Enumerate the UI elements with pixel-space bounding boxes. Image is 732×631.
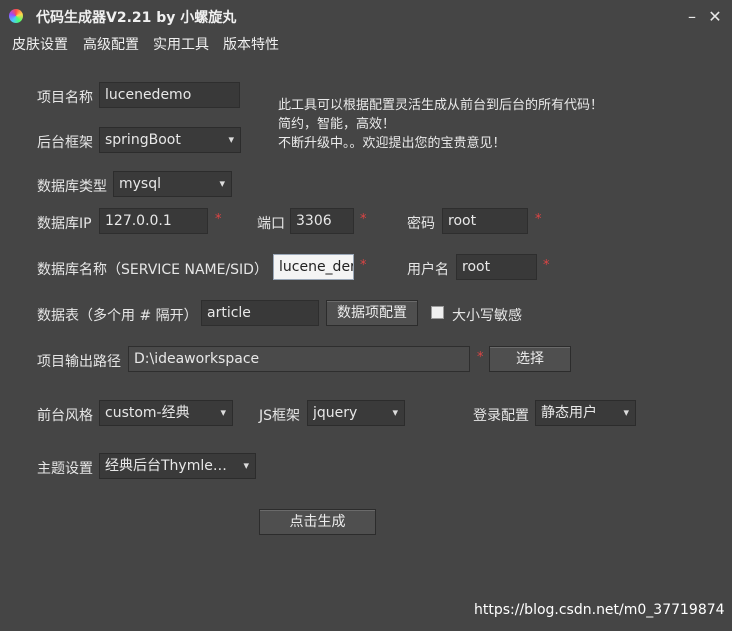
db-ip-label: 数据库IP: [37, 216, 92, 232]
minimize-button[interactable]: –: [681, 6, 703, 28]
chevron-down-icon: ▾: [243, 459, 249, 472]
info-line: 简约，智能，高效！: [278, 117, 396, 132]
frontend-style-select[interactable]: custom-经典 ▾: [99, 400, 233, 426]
output-path-required-mark: *: [477, 350, 484, 365]
output-path-label: 项目输出路径: [37, 354, 121, 370]
backend-framework-select[interactable]: springBoot ▾: [99, 127, 241, 153]
close-button[interactable]: ✕: [704, 6, 726, 28]
port-label: 端口: [257, 216, 285, 232]
username-label: 用户名: [407, 262, 449, 278]
case-sensitive-label: 大小写敏感: [452, 308, 522, 324]
frontend-style-label: 前台风格: [37, 408, 93, 424]
port-required-mark: *: [360, 212, 367, 227]
login-config-value: 静态用户: [541, 405, 597, 421]
theme-label: 主题设置: [37, 461, 93, 477]
project-name-input[interactable]: lucenedemo: [99, 82, 240, 108]
frontend-style-value: custom-经典: [105, 405, 190, 421]
theme-select[interactable]: 经典后台Thymleaf版 ▾: [99, 453, 256, 479]
password-label: 密码: [407, 216, 435, 232]
project-name-label: 项目名称: [37, 90, 93, 106]
generate-button[interactable]: 点击生成: [259, 509, 376, 535]
js-framework-select[interactable]: jquery ▾: [307, 400, 405, 426]
js-framework-label: JS框架: [259, 408, 301, 424]
chevron-down-icon: ▾: [219, 177, 225, 190]
choose-path-button[interactable]: 选择: [489, 346, 571, 372]
login-config-select[interactable]: 静态用户 ▾: [535, 400, 636, 426]
info-text: 此工具可以根据配置灵活生成从前台到后台的所有代码！ 简约，智能，高效！ 不断升级…: [278, 96, 603, 153]
backend-framework-label: 后台框架: [37, 135, 93, 151]
backend-framework-value: springBoot: [105, 132, 181, 148]
js-framework-value: jquery: [313, 405, 358, 421]
info-line: 不断升级中。。欢迎提出您的宝贵意见！: [278, 136, 506, 151]
menu-advanced-config[interactable]: 高级配置: [83, 34, 139, 54]
username-required-mark: *: [543, 258, 550, 273]
column-config-button[interactable]: 数据项配置: [326, 300, 418, 326]
chevron-down-icon: ▾: [228, 133, 234, 146]
chevron-down-icon: ▾: [623, 406, 629, 419]
password-required-mark: *: [535, 212, 542, 227]
menu-skin-settings[interactable]: 皮肤设置: [12, 34, 68, 54]
window-title: 代码生成器V2.21 by 小螺旋丸: [36, 10, 237, 26]
db-type-select[interactable]: mysql ▾: [113, 171, 232, 197]
db-name-input[interactable]: lucene_der: [273, 254, 354, 280]
chevron-down-icon: ▾: [220, 406, 226, 419]
password-input[interactable]: root: [442, 208, 528, 234]
tables-label: 数据表（多个用 # 隔开）: [37, 308, 198, 324]
db-type-value: mysql: [119, 176, 161, 192]
db-name-required-mark: *: [360, 258, 367, 273]
menu-utilities[interactable]: 实用工具: [153, 34, 209, 54]
login-config-label: 登录配置: [473, 408, 529, 424]
theme-value: 经典后台Thymleaf版: [105, 458, 232, 474]
username-input[interactable]: root: [456, 254, 537, 280]
db-ip-required-mark: *: [215, 212, 222, 227]
chevron-down-icon: ▾: [392, 406, 398, 419]
db-type-label: 数据库类型: [37, 179, 107, 195]
db-name-label: 数据库名称（SERVICE NAME/SID）: [37, 262, 268, 278]
output-path-input[interactable]: D:\ideaworkspace: [128, 346, 470, 372]
menu-version-features[interactable]: 版本特性: [223, 34, 279, 54]
tables-input[interactable]: article: [201, 300, 319, 326]
port-input[interactable]: 3306: [290, 208, 354, 234]
info-line: 此工具可以根据配置灵活生成从前台到后台的所有代码！: [278, 98, 604, 113]
case-sensitive-checkbox[interactable]: [431, 306, 444, 319]
db-ip-input[interactable]: 127.0.0.1: [99, 208, 208, 234]
app-logo-icon: [9, 9, 23, 23]
watermark-text: https://blog.csdn.net/m0_37719874: [474, 602, 725, 618]
